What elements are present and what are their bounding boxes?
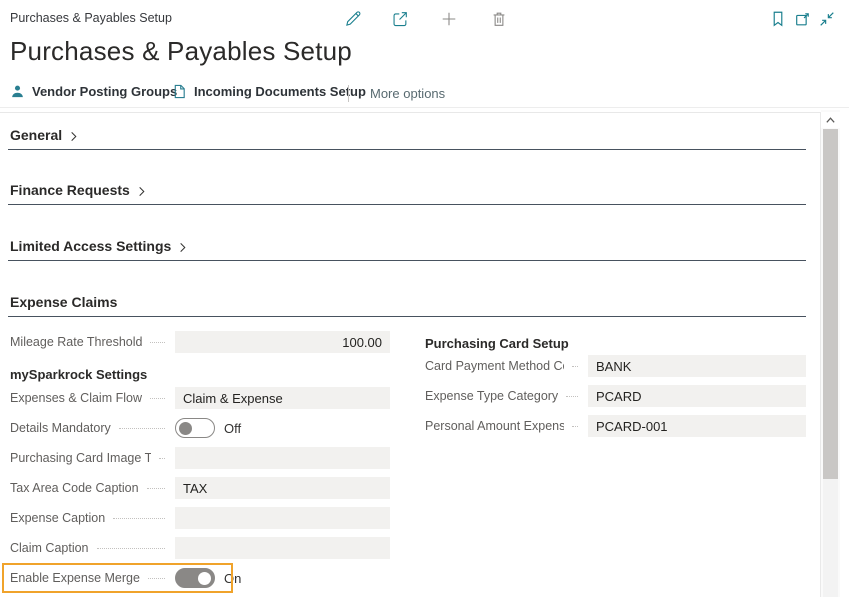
- more-options-button[interactable]: More options: [370, 86, 445, 101]
- section-finance-requests: Finance Requests: [8, 182, 806, 205]
- field-label: Expenses & Claim Flow: [10, 391, 142, 405]
- group-header-purchasing-card-setup: Purchasing Card Setup: [425, 332, 806, 354]
- field-row-expense-caption: Expense Caption: [10, 507, 390, 529]
- new-icon[interactable]: [439, 9, 459, 29]
- field-label: Card Payment Method Code: [425, 359, 564, 373]
- breadcrumb[interactable]: Purchases & Payables Setup: [10, 11, 172, 25]
- dotted-leader: [159, 458, 165, 459]
- field-row-card-payment-method-code: Card Payment Method Code: [425, 355, 806, 377]
- section-expense-claims-header[interactable]: Expense Claims: [10, 294, 806, 310]
- action-label: Vendor Posting Groups: [32, 84, 177, 99]
- person-icon: [10, 84, 25, 99]
- personal-amount-expense-input[interactable]: [588, 415, 806, 437]
- tax-area-code-caption-input[interactable]: [175, 477, 390, 499]
- field-label: Expense Caption: [10, 511, 105, 525]
- scrollbar-track[interactable]: [823, 479, 838, 597]
- field-label: Personal Amount Expense ...: [425, 419, 564, 433]
- group-header-mysparkrock-settings: mySparkrock Settings: [10, 363, 390, 385]
- section-general-header[interactable]: General: [10, 127, 806, 143]
- section-expense-claims: Expense Claims: [8, 294, 806, 317]
- dotted-leader: [113, 518, 165, 519]
- toggle-state-label: On: [224, 571, 241, 586]
- field-label: Claim Caption: [10, 541, 89, 555]
- field-label: Tax Area Code Caption: [10, 481, 139, 495]
- mileage-rate-threshold-input[interactable]: [175, 331, 390, 353]
- toggle-knob: [198, 572, 211, 585]
- field-row-enable-expense-merge: Enable Expense Merge On: [10, 567, 390, 589]
- field-row-expense-type-category: Expense Type Category: [425, 385, 806, 407]
- details-mandatory-toggle[interactable]: [175, 418, 215, 438]
- field-row-tax-area-code-caption: Tax Area Code Caption: [10, 477, 390, 499]
- dotted-leader: [150, 342, 165, 343]
- collapse-icon[interactable]: [817, 9, 837, 29]
- action-label: Incoming Documents Setup: [194, 84, 366, 99]
- section-limited-access-settings-header[interactable]: Limited Access Settings: [10, 238, 806, 254]
- open-in-new-window-icon[interactable]: [793, 9, 813, 29]
- dotted-leader: [119, 428, 165, 429]
- purchases-payables-setup-window: Purchases & Payables Setup Purchases & P…: [0, 0, 849, 597]
- field-row-purchasing-card-image-to: Purchasing Card Image To...: [10, 447, 390, 469]
- action-bar-divider: [348, 85, 349, 102]
- expense-type-category-input[interactable]: [588, 385, 806, 407]
- card-payment-method-code-input[interactable]: [588, 355, 806, 377]
- scroll-up-arrow-icon[interactable]: [821, 112, 840, 128]
- dotted-leader: [566, 396, 578, 397]
- dotted-leader: [572, 426, 578, 427]
- expenses-claim-flow-input[interactable]: [175, 387, 390, 409]
- document-icon: [172, 84, 187, 99]
- toggle-knob: [179, 422, 192, 435]
- delete-icon[interactable]: [489, 9, 509, 29]
- section-general: General: [8, 127, 806, 150]
- field-label: Enable Expense Merge: [10, 571, 140, 585]
- section-limited-access-settings: Limited Access Settings: [8, 238, 806, 261]
- dotted-leader: [150, 398, 165, 399]
- section-label: Finance Requests: [10, 182, 130, 198]
- edit-icon[interactable]: [343, 9, 363, 29]
- action-bar: Vendor Posting Groups Incoming Documents…: [0, 82, 849, 108]
- incoming-documents-setup-action[interactable]: Incoming Documents Setup: [172, 84, 366, 99]
- dotted-leader: [97, 548, 165, 549]
- vendor-posting-groups-action[interactable]: Vendor Posting Groups: [10, 84, 177, 99]
- field-row-expenses-claim-flow: Expenses & Claim Flow: [10, 387, 390, 409]
- field-row-personal-amount-expense: Personal Amount Expense ...: [425, 415, 806, 437]
- field-label: Mileage Rate Threshold: [10, 335, 142, 349]
- bookmark-icon[interactable]: [768, 9, 788, 29]
- purchasing-card-image-to-input[interactable]: [175, 447, 390, 469]
- chevron-right-icon: [68, 131, 79, 142]
- field-label: Purchasing Card Image To...: [10, 451, 151, 465]
- chevron-right-icon: [136, 186, 147, 197]
- dotted-leader: [148, 578, 165, 579]
- field-label: Expense Type Category: [425, 389, 558, 403]
- scrollbar-thumb[interactable]: [823, 129, 838, 479]
- field-label: Details Mandatory: [10, 421, 111, 435]
- toggle-state-label: Off: [224, 421, 241, 436]
- dotted-leader: [572, 366, 578, 367]
- field-row-details-mandatory: Details Mandatory Off: [10, 417, 390, 439]
- dotted-leader: [147, 488, 165, 489]
- field-row-mileage-rate-threshold: Mileage Rate Threshold: [10, 331, 390, 353]
- expense-caption-input[interactable]: [175, 507, 390, 529]
- section-label: Expense Claims: [10, 294, 117, 310]
- claim-caption-input[interactable]: [175, 537, 390, 559]
- field-row-claim-caption: Claim Caption: [10, 537, 390, 559]
- vertical-scrollbar[interactable]: [821, 110, 840, 597]
- page-title: Purchases & Payables Setup: [10, 36, 352, 67]
- section-finance-requests-header[interactable]: Finance Requests: [10, 182, 806, 198]
- content-top-border: [0, 112, 820, 113]
- section-label: General: [10, 127, 62, 143]
- chevron-right-icon: [177, 242, 188, 253]
- enable-expense-merge-toggle[interactable]: [175, 568, 215, 588]
- section-label: Limited Access Settings: [10, 238, 171, 254]
- share-icon[interactable]: [390, 9, 410, 29]
